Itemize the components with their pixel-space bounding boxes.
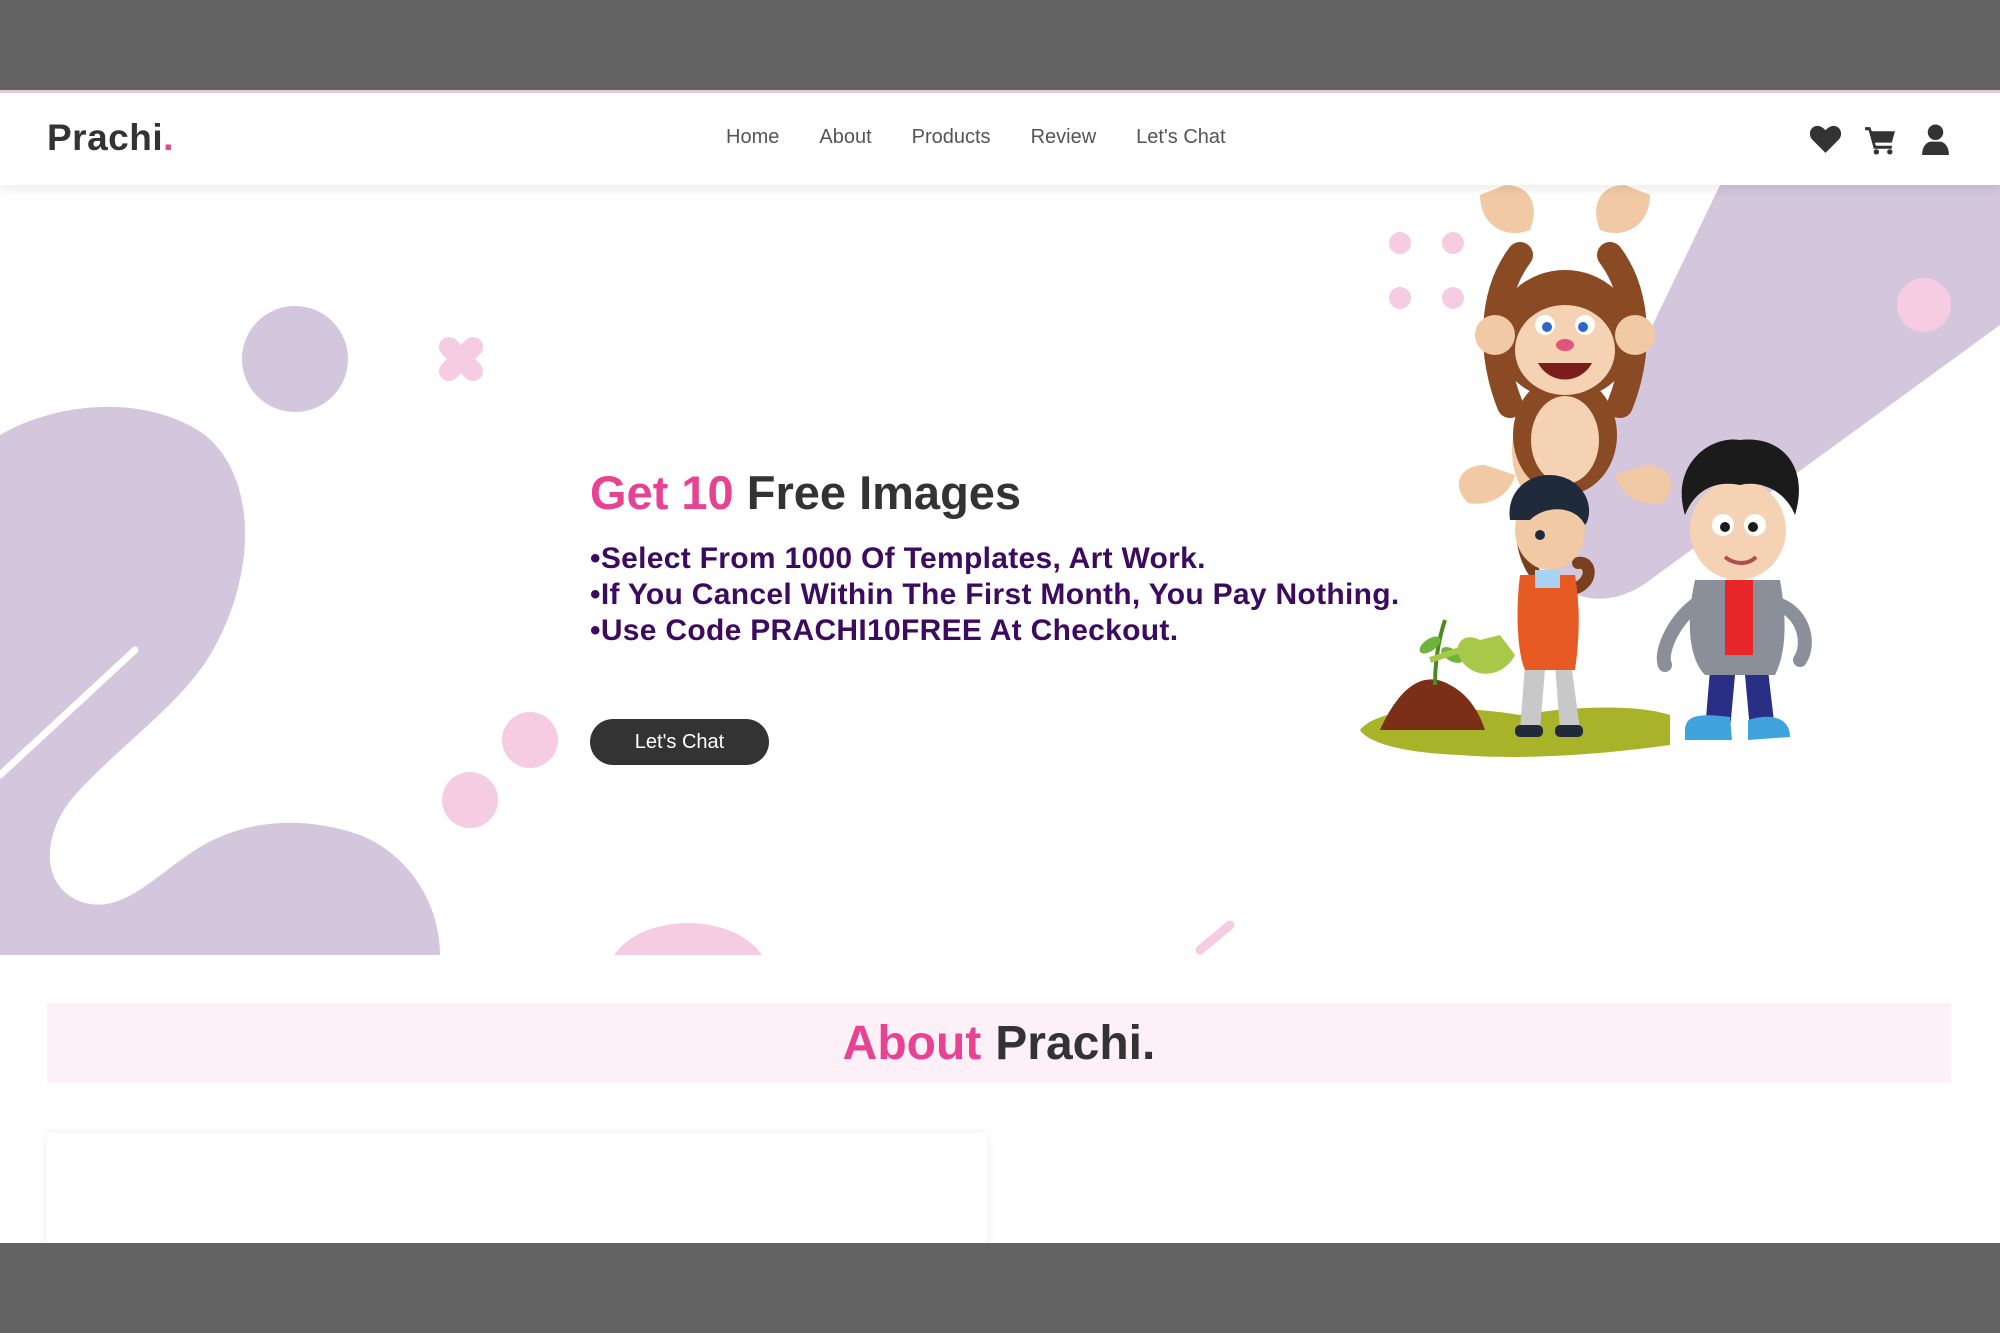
main-nav: Home About Products Review Let's Chat	[726, 126, 1266, 149]
about-card	[47, 1133, 987, 1243]
cartoon-illustration	[1360, 185, 1812, 757]
about-heading-rest: Prachi.	[995, 1016, 1156, 1070]
page: Prachi. Home About Products Review Let's…	[0, 90, 2000, 1243]
hero-title: Get 10 Free Images	[590, 465, 1021, 520]
logo-text: Prachi	[47, 117, 164, 158]
lets-chat-button[interactable]: Let's Chat	[590, 719, 769, 765]
hero-bullet-list: Select From 1000 Of Templates, Art Work.…	[590, 541, 1400, 649]
header-icons	[1809, 123, 1952, 156]
user-icon[interactable]	[1919, 123, 1952, 156]
about-heading-accent: About	[842, 1016, 982, 1070]
boy-curly-hair-illustration	[1656, 439, 1812, 740]
hero-title-accent: Get 10	[590, 466, 734, 519]
hero-bullet: Select From 1000 Of Templates, Art Work.	[590, 541, 1400, 577]
nav-home[interactable]: Home	[726, 126, 779, 149]
nav-lets-chat[interactable]: Let's Chat	[1136, 126, 1225, 149]
hero-bullet: Use Code PRACHI10FREE At Checkout.	[590, 613, 1400, 649]
frame-top	[0, 0, 2000, 90]
about-heading: About Prachi.	[47, 1003, 1951, 1083]
hero-title-rest: Free Images	[746, 466, 1022, 519]
hero-section: Get 10 Free Images Select From 1000 Of T…	[0, 185, 2000, 955]
heart-icon[interactable]	[1809, 123, 1842, 156]
header: Prachi. Home About Products Review Let's…	[0, 93, 2000, 185]
cart-icon[interactable]	[1864, 123, 1897, 156]
logo-dot: .	[163, 117, 174, 158]
nav-products[interactable]: Products	[912, 126, 991, 149]
frame-bottom	[0, 1243, 2000, 1333]
logo[interactable]: Prachi.	[47, 117, 174, 159]
hero-bullet: If You Cancel Within The First Month, Yo…	[590, 577, 1400, 613]
nav-review[interactable]: Review	[1031, 126, 1097, 149]
nav-about[interactable]: About	[819, 126, 871, 149]
